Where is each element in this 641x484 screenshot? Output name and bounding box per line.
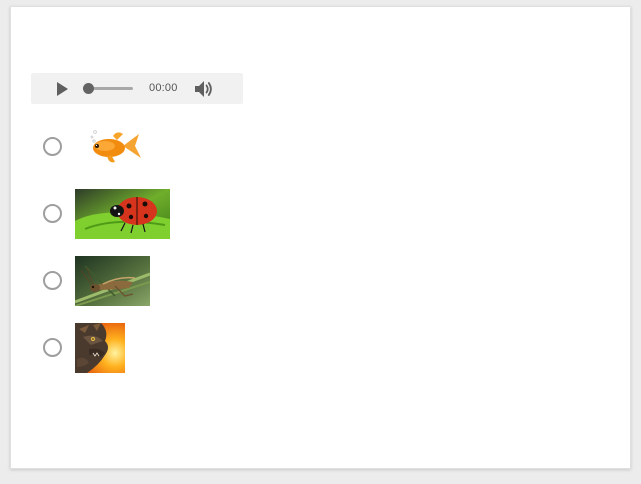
radio-button[interactable] <box>43 271 62 290</box>
answer-option-2[interactable] <box>43 189 183 239</box>
answer-option-1[interactable] <box>43 122 143 172</box>
answer-option-4[interactable] <box>43 323 143 373</box>
radio-button[interactable] <box>43 137 62 156</box>
ladybug-image <box>75 189 170 239</box>
goldfish-image <box>90 130 141 163</box>
volume-icon[interactable] <box>193 79 215 99</box>
grasshopper-image <box>75 256 150 306</box>
audio-player: 00:00 <box>31 73 243 104</box>
audio-time: 00:00 <box>149 82 178 94</box>
play-icon[interactable] <box>54 81 70 97</box>
radio-button[interactable] <box>43 338 62 357</box>
dragon-image <box>75 323 125 373</box>
radio-button[interactable] <box>43 204 62 223</box>
audio-progress-knob[interactable] <box>83 83 94 94</box>
question-card: 00:00 <box>10 6 631 469</box>
answer-option-3[interactable] <box>43 256 163 306</box>
